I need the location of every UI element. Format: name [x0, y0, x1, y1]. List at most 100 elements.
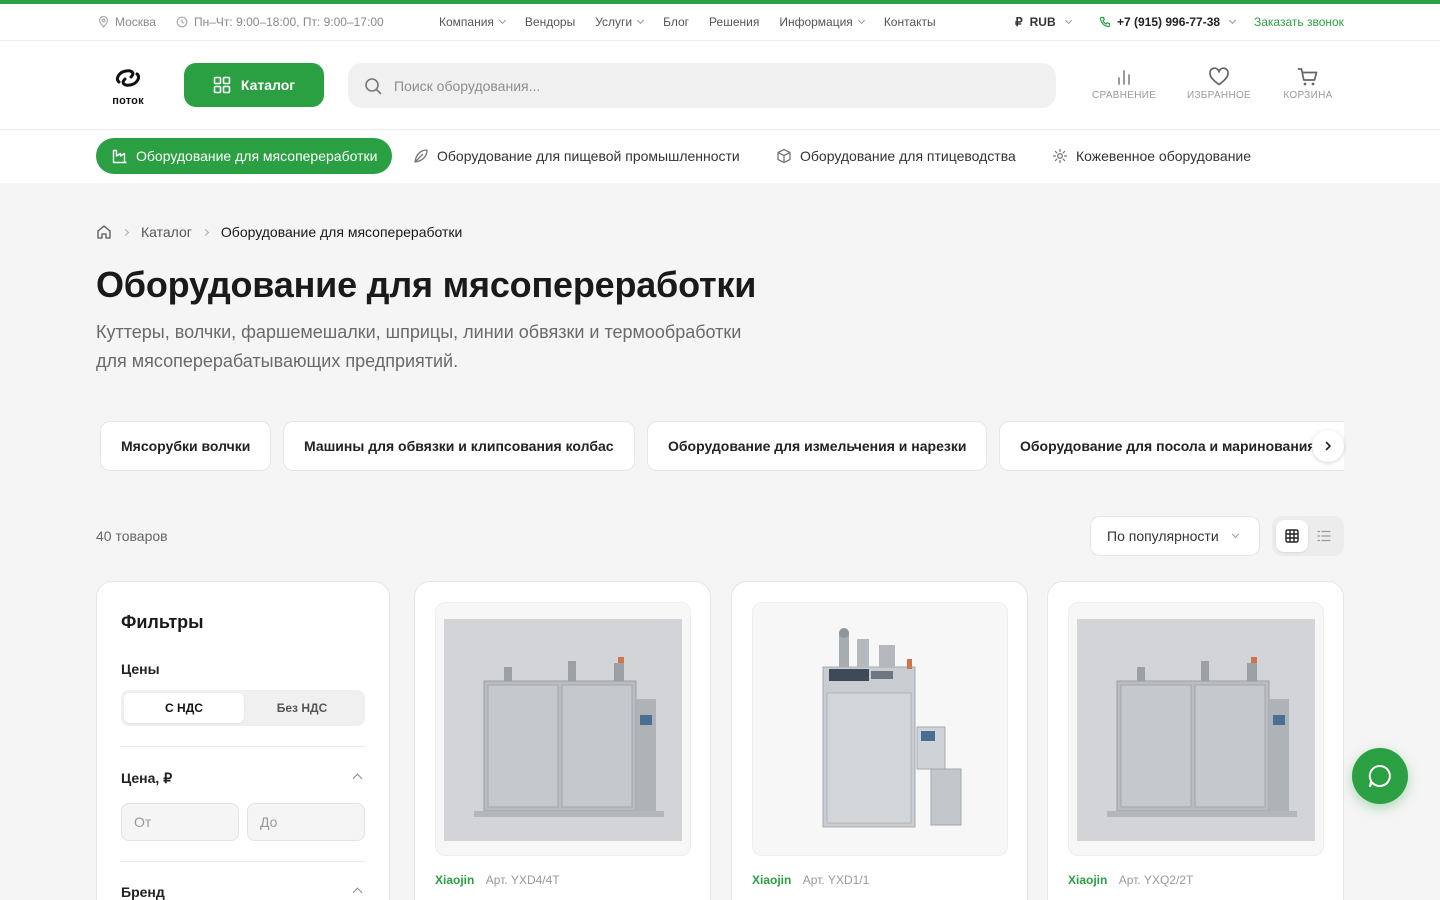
top-nav-solutions[interactable]: Решения: [709, 15, 759, 29]
product-card[interactable]: Xiaojin Арт. YXQ2/2T: [1047, 581, 1344, 900]
logo-icon: [115, 69, 141, 87]
chips-scroll-right-button[interactable]: [1312, 430, 1344, 462]
breadcrumb: Каталог Оборудование для мясопереработки: [96, 224, 462, 240]
chevron-down-icon: [637, 16, 645, 25]
divider: [121, 861, 365, 862]
top-nav-company-label: Компания: [439, 15, 494, 29]
product-brand[interactable]: Xiaojin: [1068, 873, 1107, 887]
search-icon: [365, 77, 382, 94]
divider: [121, 746, 365, 747]
top-nav: Компания Вендоры Услуги Блог Решения Инф…: [439, 4, 956, 40]
phone-link[interactable]: +7 (915) 996-77-38: [1098, 4, 1237, 40]
home-icon[interactable]: [96, 224, 112, 240]
category-nav-food-label: Оборудование для пищевой промышленности: [437, 148, 740, 164]
subcategory-chip[interactable]: Оборудование для измельчения и нарезки: [647, 421, 987, 471]
top-nav-info[interactable]: Информация: [779, 15, 865, 29]
chevron-down-icon: [498, 16, 506, 25]
product-image[interactable]: [752, 602, 1008, 856]
top-nav-blog[interactable]: Блог: [663, 15, 689, 29]
currency-symbol: ₽: [1015, 15, 1023, 29]
with-vat-option[interactable]: С НДС: [124, 693, 244, 723]
logo[interactable]: поток: [110, 67, 146, 107]
search-bar: [348, 63, 1056, 108]
category-nav-poultry-label: Оборудование для птицеводства: [800, 148, 1016, 164]
product-brand[interactable]: Xiaojin: [752, 873, 791, 887]
product-sku: Арт. YXD1/1: [802, 873, 870, 887]
product-meta: Xiaojin Арт. YXD1/1: [752, 873, 869, 887]
page-subtitle-line1: Куттеры, волчки, фаршемешалки, шприцы, л…: [96, 322, 742, 342]
header: поток Каталог СРАВНЕНИЕ ИЗБРАННОЕ: [0, 41, 1440, 130]
box-icon: [777, 148, 791, 164]
product-card[interactable]: Xiaojin Арт. YXD1/1: [731, 581, 1028, 900]
list-view-icon: [1317, 530, 1331, 542]
category-nav-meat[interactable]: Оборудование для мясопереработки: [96, 138, 393, 174]
chevron-down-icon: [857, 16, 865, 25]
sort-label: По популярности: [1107, 528, 1219, 544]
price-to-input[interactable]: [247, 803, 365, 841]
filters-panel: Фильтры Цены С НДС Без НДС Цена, ₽ Бренд: [96, 581, 390, 900]
city-selector[interactable]: Москва: [96, 4, 156, 40]
working-hours-text: Пн–Чт: 9:00–18:00, Пт: 9:00–17:00: [194, 15, 384, 29]
phone-number: +7 (915) 996-77-38: [1117, 15, 1221, 29]
sort-dropdown[interactable]: По популярности: [1090, 516, 1260, 556]
bar-chart-icon: [1118, 70, 1130, 85]
product-photo: [761, 619, 999, 841]
product-sku: Арт. YXD4/4T: [485, 873, 560, 887]
cart-icon: [1297, 68, 1318, 86]
catalog-button[interactable]: Каталог: [184, 63, 324, 107]
list-view-button[interactable]: [1308, 520, 1340, 552]
search-input[interactable]: [394, 77, 994, 94]
price-filter-label[interactable]: Цена, ₽: [121, 770, 172, 787]
chevron-up-icon[interactable]: [352, 887, 363, 898]
vat-toggle: С НДС Без НДС: [121, 690, 365, 726]
product-card[interactable]: Xiaojin Арт. YXD4/4T: [414, 581, 711, 900]
view-toggle: [1272, 516, 1344, 556]
leaf-icon: [414, 149, 428, 163]
phone-icon: [1098, 15, 1112, 29]
product-image[interactable]: [435, 602, 691, 856]
chevron-up-icon[interactable]: [352, 773, 363, 784]
prices-label: Цены: [121, 661, 160, 677]
subcategory-chip[interactable]: Машины для обвязки и клипсования колбас: [283, 421, 635, 471]
subcategory-chip[interactable]: Оборудование для посола и маринования: [999, 421, 1344, 471]
breadcrumb-current: Оборудование для мясопереработки: [220, 224, 463, 240]
brand-filter-label[interactable]: Бренд: [121, 884, 165, 900]
category-nav-food[interactable]: Оборудование для пищевой промышленности: [413, 138, 740, 174]
logo-text: поток: [112, 95, 144, 107]
category-nav-leather[interactable]: Кожевенное оборудование: [1052, 138, 1251, 174]
product-brand[interactable]: Xiaojin: [435, 873, 474, 887]
product-meta: Xiaojin Арт. YXQ2/2T: [1068, 873, 1193, 887]
product-image[interactable]: [1068, 602, 1324, 856]
grid-view-button[interactable]: [1276, 520, 1308, 552]
callback-link[interactable]: Заказать звонок: [1254, 4, 1344, 40]
price-from-input[interactable]: [121, 803, 239, 841]
city-label: Москва: [115, 15, 156, 29]
grid-icon: [213, 76, 231, 94]
top-nav-contacts[interactable]: Контакты: [884, 15, 936, 29]
category-nav: Оборудование для мясопереработки Оборудо…: [0, 130, 1440, 183]
favorites-button[interactable]: ИЗБРАННОЕ: [1186, 67, 1252, 101]
top-nav-company[interactable]: Компания: [439, 15, 506, 29]
without-vat-option[interactable]: Без НДС: [242, 693, 362, 723]
clock-icon: [175, 15, 189, 29]
top-nav-vendors[interactable]: Вендоры: [525, 15, 575, 29]
currency-selector[interactable]: ₽ RUB: [1015, 4, 1072, 40]
cart-button[interactable]: КОРЗИНА: [1282, 67, 1334, 101]
factory-icon: [112, 149, 127, 164]
page-subtitle: Куттеры, волчки, фаршемешалки, шприцы, л…: [96, 318, 776, 376]
breadcrumb-catalog[interactable]: Каталог: [141, 224, 192, 240]
grid-view-icon: [1285, 529, 1299, 543]
category-nav-poultry[interactable]: Оборудование для птицеводства: [776, 138, 1016, 174]
top-nav-services[interactable]: Услуги: [595, 15, 645, 29]
chat-button[interactable]: [1352, 748, 1408, 804]
favorites-label: ИЗБРАННОЕ: [1186, 90, 1252, 101]
catalog-button-label: Каталог: [240, 77, 296, 93]
cart-label: КОРЗИНА: [1283, 90, 1333, 101]
subcategory-chip[interactable]: Мясорубки волчки: [100, 421, 271, 471]
top-bar: Москва Пн–Чт: 9:00–18:00, Пт: 9:00–17:00…: [0, 4, 1440, 41]
compare-button[interactable]: СРАВНЕНИЕ: [1092, 67, 1156, 101]
category-nav-leather-label: Кожевенное оборудование: [1076, 148, 1252, 164]
location-pin-icon: [96, 15, 110, 29]
chevron-right-icon: [1325, 441, 1331, 451]
chat-bubble-icon: [1368, 764, 1391, 787]
